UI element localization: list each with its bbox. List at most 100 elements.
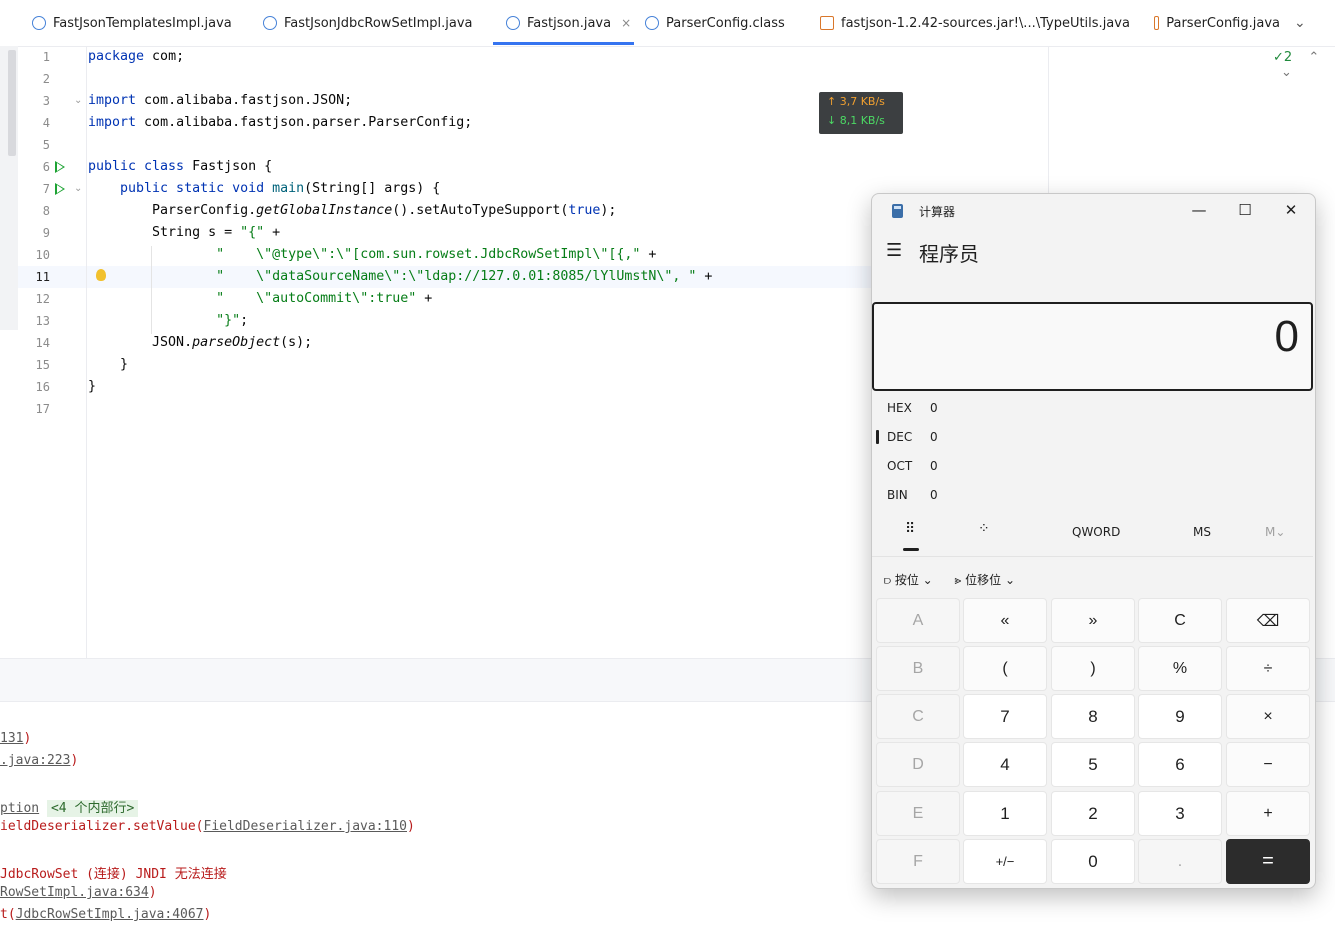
bitshift-dropdown[interactable]: ⪢ 位移位 ⌄ [955,573,1015,587]
stacktrace-link[interactable]: ption [0,801,39,816]
stacktrace-link[interactable]: JdbcRowSetImpl.java:4067 [16,907,204,922]
key-percent[interactable]: % [1138,646,1222,691]
key-hex-c[interactable]: C [876,694,960,739]
tab-parser-config-class[interactable]: ParserConfig.class [645,0,785,46]
key-2[interactable]: 2 [1051,791,1135,836]
tab-close-icon[interactable]: × [621,16,631,30]
tab-fastjson-jdbc-rowset-impl[interactable]: FastJsonJdbcRowSetImpl.java [263,0,473,46]
code-line[interactable]: } [88,357,128,372]
key-backspace[interactable]: ⌫ [1226,598,1310,643]
code-line[interactable]: import com.alibaba.fastjson.JSON; [88,93,352,108]
key-shift-left[interactable]: « [963,598,1047,643]
editor-tab-bar: FastJsonTemplatesImpl.java FastJsonJdbcR… [0,0,1335,47]
chevron-up-icon[interactable]: ⌃ [1308,50,1319,65]
key-close-paren[interactable]: ) [1051,646,1135,691]
console-text: ieldDeserializer.setValue( [0,819,204,834]
key-9[interactable]: 9 [1138,694,1222,739]
code-text: String s = [88,225,241,240]
code-line-current[interactable]: " \"dataSourceName\":\"ldap://127.0.01:8… [88,269,712,284]
bitwise-dropdown[interactable]: ⫐ 按位 ⌄ [884,573,933,587]
stacktrace-link[interactable]: FieldDeserializer.java:110 [204,819,408,834]
console-text: ) [407,819,415,834]
key-negate[interactable]: +/− [963,839,1047,884]
tab-fastjson-templates-impl[interactable]: FastJsonTemplatesImpl.java [32,0,232,46]
key-0[interactable]: 0 [1051,839,1135,884]
code-text: } [88,379,97,394]
key-multiply[interactable]: × [1226,694,1310,739]
navigation-menu-icon[interactable]: ☰ [886,240,902,261]
code-line[interactable]: "}"; [88,313,248,328]
code-line[interactable]: public static void main(String[] args) { [88,181,440,196]
run-class-icon[interactable] [55,161,65,173]
radix-dec[interactable]: DEC 0 [887,430,938,444]
close-button[interactable]: ✕ [1268,194,1314,226]
code-line[interactable]: " \"autoCommit\":true" + [88,291,432,306]
memory-store-button[interactable]: MS [1193,525,1211,539]
key-6[interactable]: 6 [1138,742,1222,787]
stacktrace-link[interactable]: .java:223 [0,753,70,768]
method-call: getGlobalInstance [256,203,393,218]
code-line[interactable]: JSON.parseObject(s); [88,335,312,350]
code-line[interactable]: package com; [88,49,184,64]
bitshift-label: 位移位 ⌄ [965,573,1015,587]
radix-hex[interactable]: HEX 0 [887,401,938,415]
line-number: 4 [42,116,50,130]
code-line[interactable]: } [88,379,96,394]
key-8[interactable]: 8 [1051,694,1135,739]
key-4[interactable]: 4 [963,742,1047,787]
code-line[interactable]: String s = "{" + [88,225,280,240]
chevron-down-icon[interactable]: ⌄ [1281,65,1292,80]
code-line[interactable]: import com.alibaba.fastjson.parser.Parse… [88,115,472,130]
key-3[interactable]: 3 [1138,791,1222,836]
operations-row: ⫐ 按位 ⌄ ⪢ 位移位 ⌄ [884,571,1015,588]
line-number: 3 [42,94,50,108]
key-hex-b[interactable]: B [876,646,960,691]
fold-icon[interactable]: ⌄ [74,95,82,106]
key-open-paren[interactable]: ( [963,646,1047,691]
key-add[interactable]: + [1226,791,1310,836]
inspection-widget[interactable]: ✓2 ⌃ ⌄ [1273,50,1335,80]
memory-list-button[interactable]: M⌄ [1265,525,1285,539]
key-7[interactable]: 7 [963,694,1047,739]
code-line[interactable]: ParserConfig.getGlobalInstance().setAuto… [88,203,616,218]
run-main-icon[interactable] [55,183,65,195]
radix-value: 0 [930,430,938,444]
bit-toggle-keypad-icon[interactable]: ⁘ [978,521,990,537]
key-decimal[interactable]: . [1138,839,1222,884]
stacktrace-link[interactable]: 131 [0,731,23,746]
key-clear[interactable]: C [1138,598,1222,643]
key-divide[interactable]: ÷ [1226,646,1310,691]
key-hex-e[interactable]: E [876,791,960,836]
code-line[interactable]: " \"@type\":\"[com.sun.rowset.JdbcRowSet… [88,247,656,262]
line-number: 2 [42,72,50,86]
tab-overflow-button[interactable]: ⌄ [1294,0,1306,46]
tab-fastjson[interactable]: Fastjson.java × [506,0,631,46]
key-hex-d[interactable]: D [876,742,960,787]
minimize-button[interactable]: — [1176,194,1222,226]
key-equals[interactable]: = [1226,839,1310,884]
string-literal: "}" [216,313,241,328]
chevron-down-icon: ⌄ [1294,15,1306,31]
maximize-button[interactable]: ☐ [1222,194,1268,226]
radix-oct[interactable]: OCT 0 [887,459,938,473]
code-line[interactable]: public class Fastjson { [88,159,272,174]
key-5[interactable]: 5 [1051,742,1135,787]
keyword: public static void [88,181,265,196]
tab-parser-config-java[interactable]: ParserConfig.java [1154,0,1280,46]
stacktrace-link[interactable]: RowSetImpl.java:634 [0,885,149,900]
key-1[interactable]: 1 [963,791,1047,836]
key-subtract[interactable]: − [1226,742,1310,787]
fold-icon[interactable]: ⌄ [74,183,82,194]
radix-bin[interactable]: BIN 0 [887,488,938,502]
keypad-selected-indicator [903,548,919,551]
key-shift-right[interactable]: » [1051,598,1135,643]
line-number: 8 [42,204,50,218]
key-hex-f[interactable]: F [876,839,960,884]
string-literal: " \"autoCommit\":true" [216,291,417,306]
internal-lines-fold[interactable]: <4 个内部行> [46,800,139,817]
keyword: true [568,203,601,218]
full-keypad-icon[interactable]: ⠿ [905,521,915,537]
key-hex-a[interactable]: A [876,598,960,643]
tab-typeutils[interactable]: fastjson-1.2.42-sources.jar!\...\TypeUti… [820,0,1130,46]
word-size-button[interactable]: QWORD [1072,525,1120,539]
